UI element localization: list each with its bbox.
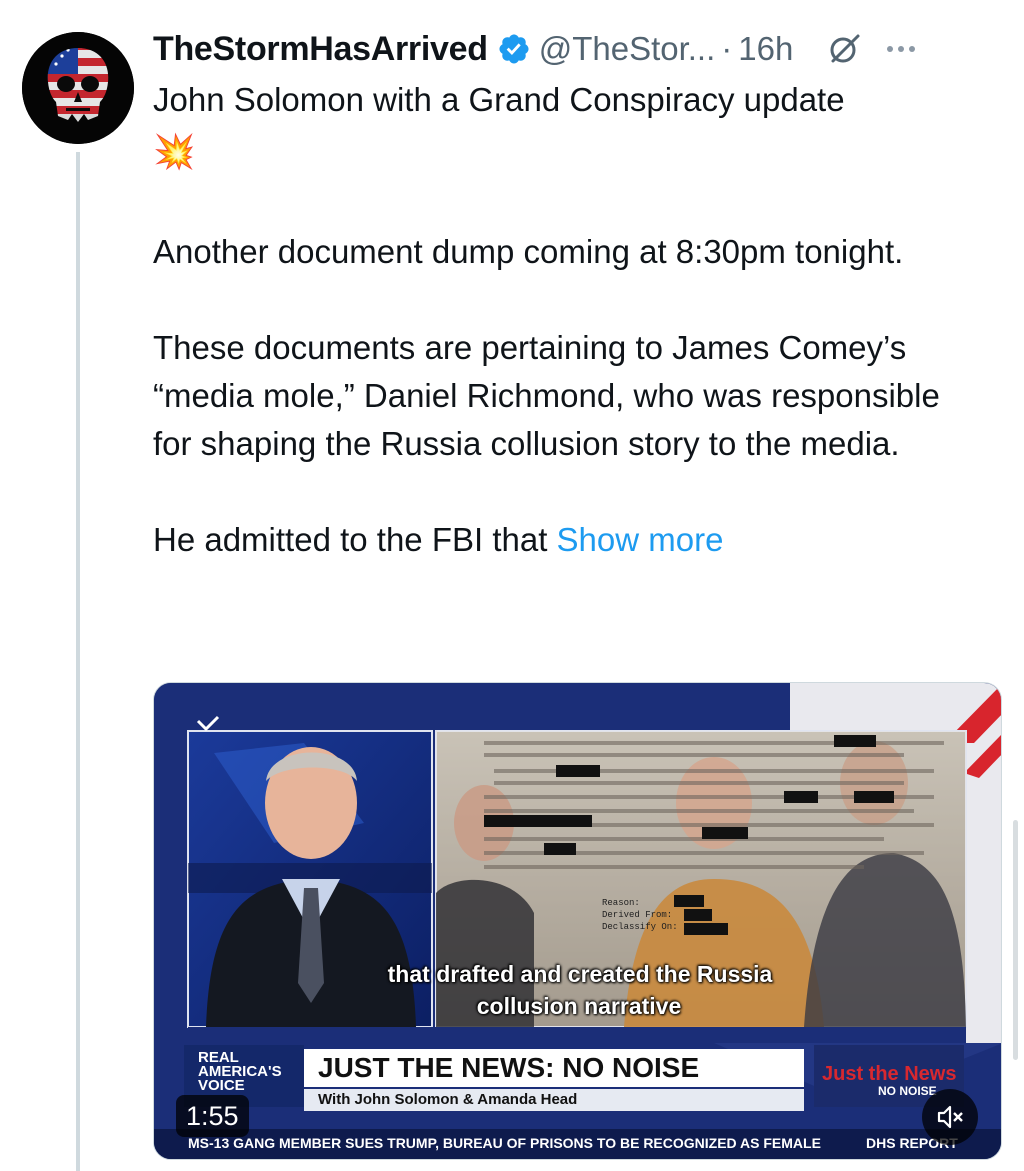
show-headline: JUST THE NEWS: NO NOISE [304, 1049, 804, 1087]
caption-line-2: collusion narrative [476, 993, 682, 1019]
more-options-icon[interactable] [887, 46, 916, 52]
skull-flag-avatar-icon [22, 32, 134, 144]
mute-button[interactable] [922, 1089, 978, 1145]
author-handle[interactable]: @TheStor... [539, 30, 716, 68]
channel-logo-line-3: VOICE [198, 1077, 245, 1094]
muted-speaker-icon [937, 1105, 963, 1129]
timestamp[interactable]: 16h [738, 30, 793, 68]
svg-text:Declassify On:: Declassify On: [602, 922, 678, 932]
author-display-name[interactable]: TheStormHasArrived [153, 30, 488, 69]
collision-emoji-icon: 💥 [153, 133, 196, 171]
tweet-paragraph-3: These documents are pertaining to James … [153, 329, 940, 462]
brand-name: Just the News [822, 1063, 957, 1085]
verified-badge-icon [499, 34, 529, 64]
tweet-paragraph-4-text: He admitted to the FBI that [153, 521, 557, 558]
video-duration: 1:55 [176, 1095, 249, 1137]
tweet-paragraph-4: He admitted to the FBI that Show more [153, 516, 1003, 564]
svg-text:Derived From:: Derived From: [602, 910, 672, 920]
thread-line [76, 152, 80, 1171]
show-hosts: With John Solomon & Amanda Head [304, 1089, 804, 1111]
grok-icon[interactable] [827, 31, 863, 67]
avatar[interactable] [22, 32, 134, 144]
tweet-header: TheStormHasArrived @TheStor... · 16h [153, 24, 1023, 74]
news-crawl: MS-13 GANG MEMBER SUES TRUMP, BUREAU OF … [154, 1129, 1001, 1159]
show-more-link[interactable]: Show more [557, 521, 724, 558]
scrollbar[interactable] [1013, 820, 1018, 1060]
tweet-line-1: John Solomon with a Grand Conspiracy upd… [153, 81, 845, 118]
lower-third: REAL AMERICA'S VOICE JUST THE NEWS: NO N… [184, 1045, 974, 1111]
tweet-paragraph-2: Another document dump coming at 8:30pm t… [153, 233, 904, 270]
caption-line-1: that drafted and created the Russia [387, 961, 773, 987]
video-player[interactable]: Reason: Derived From: Declassify On: tha… [153, 682, 1002, 1160]
tweet-body: John Solomon with a Grand Conspiracy upd… [153, 76, 1003, 564]
crawl-text: MS-13 GANG MEMBER SUES TRUMP, BUREAU OF … [188, 1135, 821, 1151]
svg-text:Reason:: Reason: [602, 898, 640, 908]
separator-dot: · [721, 30, 733, 67]
